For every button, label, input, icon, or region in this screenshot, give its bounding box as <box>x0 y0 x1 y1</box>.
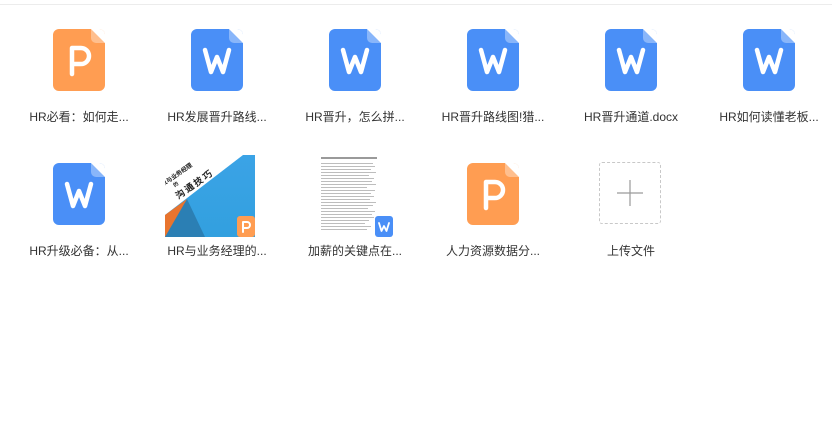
file-name: HR发展晋升路线... <box>167 110 267 124</box>
word-thumbnail <box>303 155 393 237</box>
file-grid: HR必看：如何走... HR发展晋升路线... HR晋升，怎么拼... HR晋升… <box>10 16 832 270</box>
word-file-icon <box>185 28 249 92</box>
word-file-icon <box>47 162 111 226</box>
file-name: HR必看：如何走... <box>29 110 129 124</box>
word-file-icon <box>737 28 801 92</box>
file-name: 加薪的关键点在... <box>307 244 402 258</box>
ppt-file-icon <box>47 28 111 92</box>
word-file-icon <box>599 28 663 92</box>
ppt-thumbnail: HR与业务经理 的 沟通技巧 <box>165 155 255 237</box>
plus-icon <box>617 180 643 206</box>
file-item[interactable]: HR晋升，怎么拼... <box>286 16 424 136</box>
file-name: 人力资源数据分... <box>445 244 540 258</box>
file-item[interactable]: 加薪的关键点在... <box>286 150 424 270</box>
file-item[interactable]: HR如何读懂老板... <box>700 16 832 136</box>
file-item[interactable]: HR必看：如何走... <box>10 16 148 136</box>
file-name: HR晋升，怎么拼... <box>305 110 405 124</box>
ppt-file-icon <box>461 162 525 226</box>
top-divider <box>0 4 832 5</box>
word-badge-icon <box>375 216 393 237</box>
file-name: HR晋升通道.docx <box>583 110 678 124</box>
file-name: HR如何读懂老板... <box>719 110 819 124</box>
word-file-icon <box>461 28 525 92</box>
file-item[interactable]: HR升级必备：从... <box>10 150 148 270</box>
file-name: HR升级必备：从... <box>29 244 129 258</box>
file-name: HR与业务经理的... <box>167 244 267 258</box>
upload-label: 上传文件 <box>606 244 655 258</box>
file-item[interactable]: HR与业务经理 的 沟通技巧 HR与业务经理的... <box>148 150 286 270</box>
file-item[interactable]: HR发展晋升路线... <box>148 16 286 136</box>
file-name: HR晋升路线图!猎... <box>441 110 545 124</box>
ppt-badge-icon <box>237 216 255 237</box>
file-item[interactable]: HR晋升通道.docx <box>562 16 700 136</box>
file-item[interactable]: 人力资源数据分... <box>424 150 562 270</box>
upload-dropzone[interactable] <box>599 162 661 224</box>
upload-file-button[interactable]: 上传文件 <box>562 150 700 270</box>
word-file-icon <box>323 28 387 92</box>
file-item[interactable]: HR晋升路线图!猎... <box>424 16 562 136</box>
